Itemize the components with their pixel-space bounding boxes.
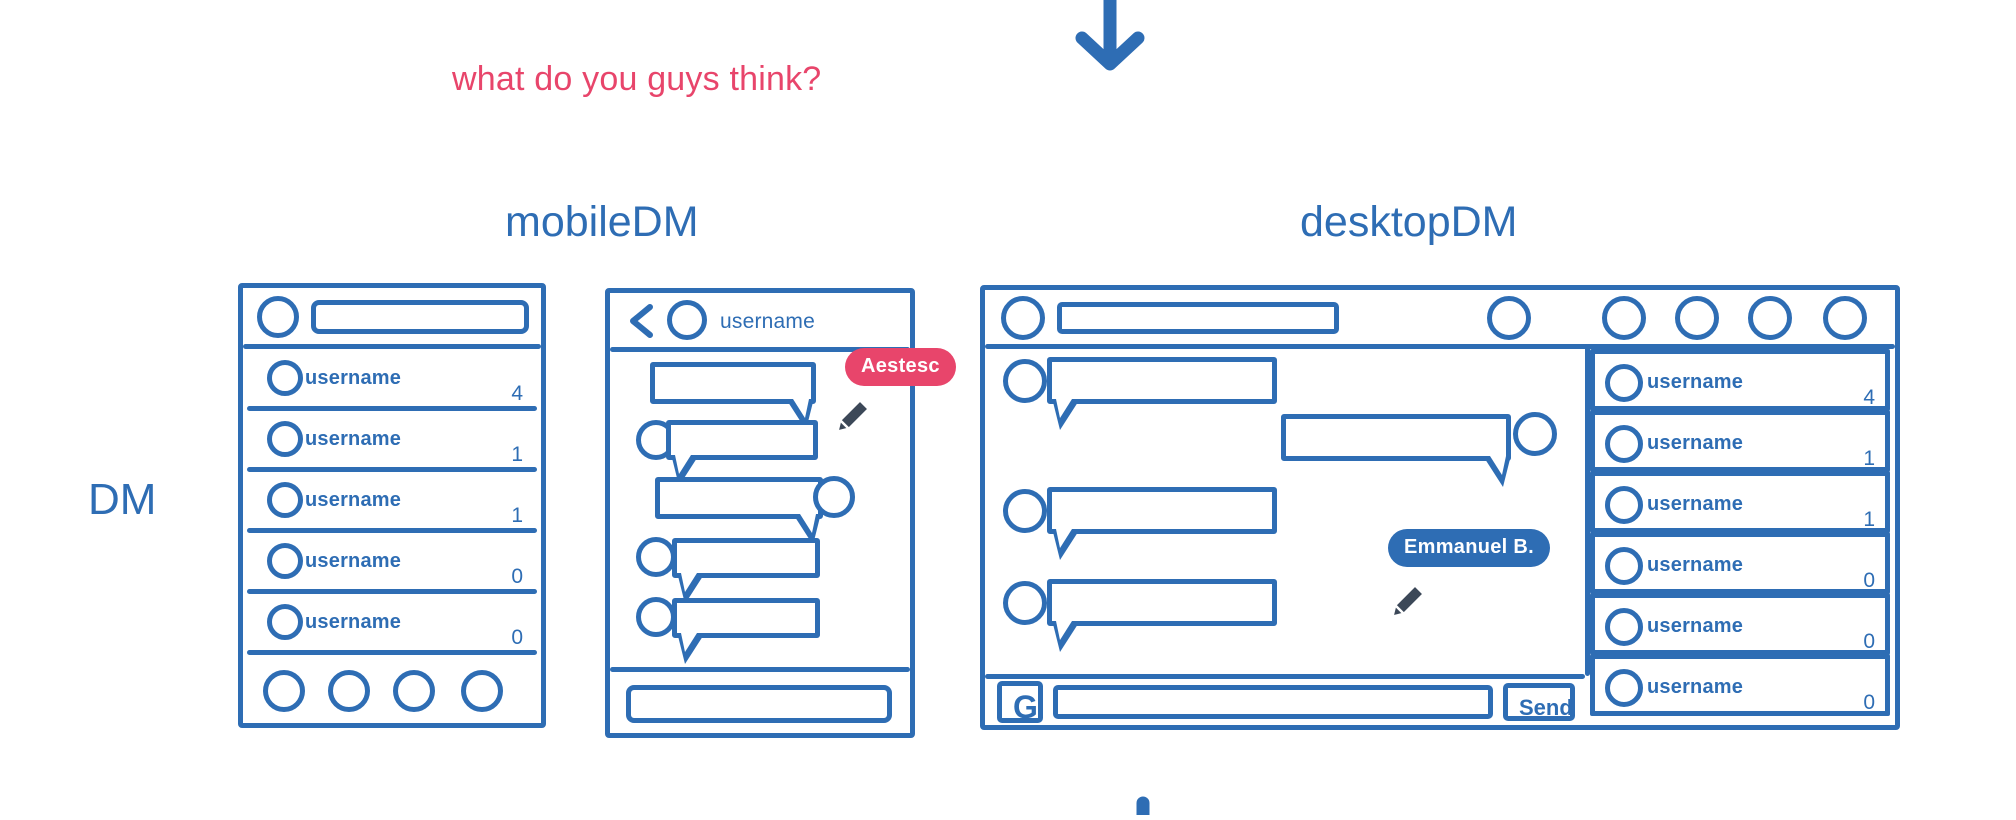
list-item-label: username bbox=[1647, 432, 1744, 454]
avatar-circle-icon[interactable] bbox=[1001, 296, 1045, 340]
unread-count-badge: 1 bbox=[1863, 447, 1875, 470]
pencil-cursor-icon bbox=[830, 393, 876, 444]
nav-profile-icon[interactable] bbox=[1823, 296, 1867, 340]
list-item[interactable]: username 0 bbox=[1590, 593, 1890, 655]
avatar-circle-icon bbox=[636, 537, 676, 577]
list-item-label: username bbox=[305, 367, 402, 389]
avatar-circle-icon bbox=[1605, 364, 1643, 402]
tab-activity-icon[interactable] bbox=[393, 670, 435, 712]
list-item-label: username bbox=[1647, 371, 1744, 393]
desktop-composer: G Send bbox=[985, 679, 1585, 727]
list-item[interactable]: username 4 bbox=[243, 349, 541, 411]
mobile-dm-list-screen: username 4 username 1 username 1 usernam… bbox=[238, 283, 546, 728]
avatar-circle-icon bbox=[267, 482, 303, 518]
avatar-circle-icon bbox=[267, 360, 303, 396]
tab-search-icon[interactable] bbox=[328, 670, 370, 712]
avatar-circle-icon bbox=[1003, 359, 1047, 403]
list-item[interactable]: username 4 bbox=[1590, 349, 1890, 411]
list-item[interactable]: username 1 bbox=[243, 471, 541, 533]
list-item[interactable]: username 0 bbox=[243, 593, 541, 655]
avatar-circle-icon[interactable] bbox=[257, 296, 299, 338]
wireframe-canvas: what do you guys think? mobileDM desktop… bbox=[0, 0, 2016, 820]
gif-button-label: G bbox=[1013, 689, 1038, 725]
list-item-label: username bbox=[305, 428, 402, 450]
avatar-circle-icon bbox=[1003, 581, 1047, 625]
tab-home-icon[interactable] bbox=[263, 670, 305, 712]
avatar-circle-icon bbox=[1605, 547, 1643, 585]
unread-count-badge: 1 bbox=[511, 443, 523, 466]
unread-count-badge: 1 bbox=[511, 504, 523, 527]
list-item-label: username bbox=[1647, 615, 1744, 637]
list-item-label: username bbox=[1647, 554, 1744, 576]
desktop-conversation-sidebar: username 4 username 1 username 1 usernam… bbox=[1590, 349, 1895, 727]
avatar-circle-icon bbox=[1605, 608, 1643, 646]
desktop-dm-window: G Send username 4 username 1 username 1 … bbox=[980, 285, 1900, 730]
arrow-down-icon bbox=[1060, 0, 1160, 83]
avatar-circle-icon[interactable] bbox=[667, 300, 707, 340]
nav-compass-icon[interactable] bbox=[1602, 296, 1646, 340]
mobile-tab-bar bbox=[243, 660, 541, 723]
avatar-circle-icon bbox=[636, 597, 676, 637]
avatar-circle-icon bbox=[1605, 669, 1643, 707]
avatar-circle-icon bbox=[1513, 412, 1557, 456]
avatar-circle-icon bbox=[267, 604, 303, 640]
unread-count-badge: 0 bbox=[1863, 569, 1875, 592]
collab-cursor-label-aestesc: Aestesc bbox=[845, 348, 956, 386]
list-divider bbox=[247, 650, 537, 655]
desktop-header bbox=[985, 290, 1895, 346]
tab-profile-icon[interactable] bbox=[461, 670, 503, 712]
list-item-label: username bbox=[1647, 493, 1744, 515]
list-item-label: username bbox=[1647, 676, 1744, 698]
mobile-chat-header: username bbox=[610, 293, 910, 349]
unread-count-badge: 0 bbox=[1863, 630, 1875, 653]
unread-count-badge: 0 bbox=[511, 626, 523, 649]
pencil-cursor-icon bbox=[1385, 578, 1431, 629]
send-button[interactable]: Send bbox=[1503, 683, 1575, 721]
section-title-desktop: desktopDM bbox=[1300, 198, 1518, 246]
desktop-message-list bbox=[985, 349, 1585, 674]
avatar-circle-icon bbox=[1003, 489, 1047, 533]
message-input[interactable] bbox=[626, 685, 892, 723]
search-input[interactable] bbox=[311, 300, 529, 334]
list-item-label: username bbox=[305, 611, 402, 633]
sticky-note-text: what do you guys think? bbox=[452, 60, 822, 98]
list-item[interactable]: username 0 bbox=[1590, 654, 1890, 716]
avatar-circle-icon bbox=[1605, 486, 1643, 524]
unread-count-badge: 4 bbox=[511, 382, 523, 405]
list-item-label: username bbox=[305, 489, 402, 511]
unread-count-badge: 0 bbox=[1863, 691, 1875, 714]
unread-count-badge: 1 bbox=[1863, 508, 1875, 531]
unread-count-badge: 0 bbox=[511, 565, 523, 588]
avatar-circle-icon bbox=[1605, 425, 1643, 463]
send-button-label: Send bbox=[1519, 695, 1573, 720]
avatar-circle-icon bbox=[267, 543, 303, 579]
unread-count-badge: 4 bbox=[1863, 386, 1875, 409]
list-item-label: username bbox=[305, 550, 402, 572]
nav-message-icon[interactable] bbox=[1748, 296, 1792, 340]
chevron-left-icon[interactable] bbox=[624, 303, 658, 344]
nav-home-icon[interactable] bbox=[1487, 296, 1531, 340]
mobile-list-header bbox=[243, 288, 541, 346]
chat-title: username bbox=[720, 310, 815, 333]
avatar-circle-icon bbox=[267, 421, 303, 457]
composer-divider bbox=[610, 667, 910, 672]
list-item[interactable]: username 1 bbox=[1590, 471, 1890, 533]
avatar-circle-icon bbox=[813, 476, 855, 518]
list-item[interactable]: username 0 bbox=[1590, 532, 1890, 594]
row-label-dm: DM bbox=[88, 475, 157, 524]
arrow-down-icon-bottom bbox=[1123, 795, 1163, 820]
list-item[interactable]: username 1 bbox=[243, 410, 541, 472]
gif-button[interactable]: G bbox=[997, 681, 1043, 725]
list-item[interactable]: username 1 bbox=[1590, 410, 1890, 472]
collab-cursor-label-emmanuel: Emmanuel B. bbox=[1388, 529, 1550, 567]
message-input[interactable] bbox=[1053, 685, 1493, 719]
list-item[interactable]: username 0 bbox=[243, 532, 541, 594]
section-title-mobile: mobileDM bbox=[505, 198, 699, 246]
nav-heart-icon[interactable] bbox=[1675, 296, 1719, 340]
search-input[interactable] bbox=[1057, 302, 1339, 334]
